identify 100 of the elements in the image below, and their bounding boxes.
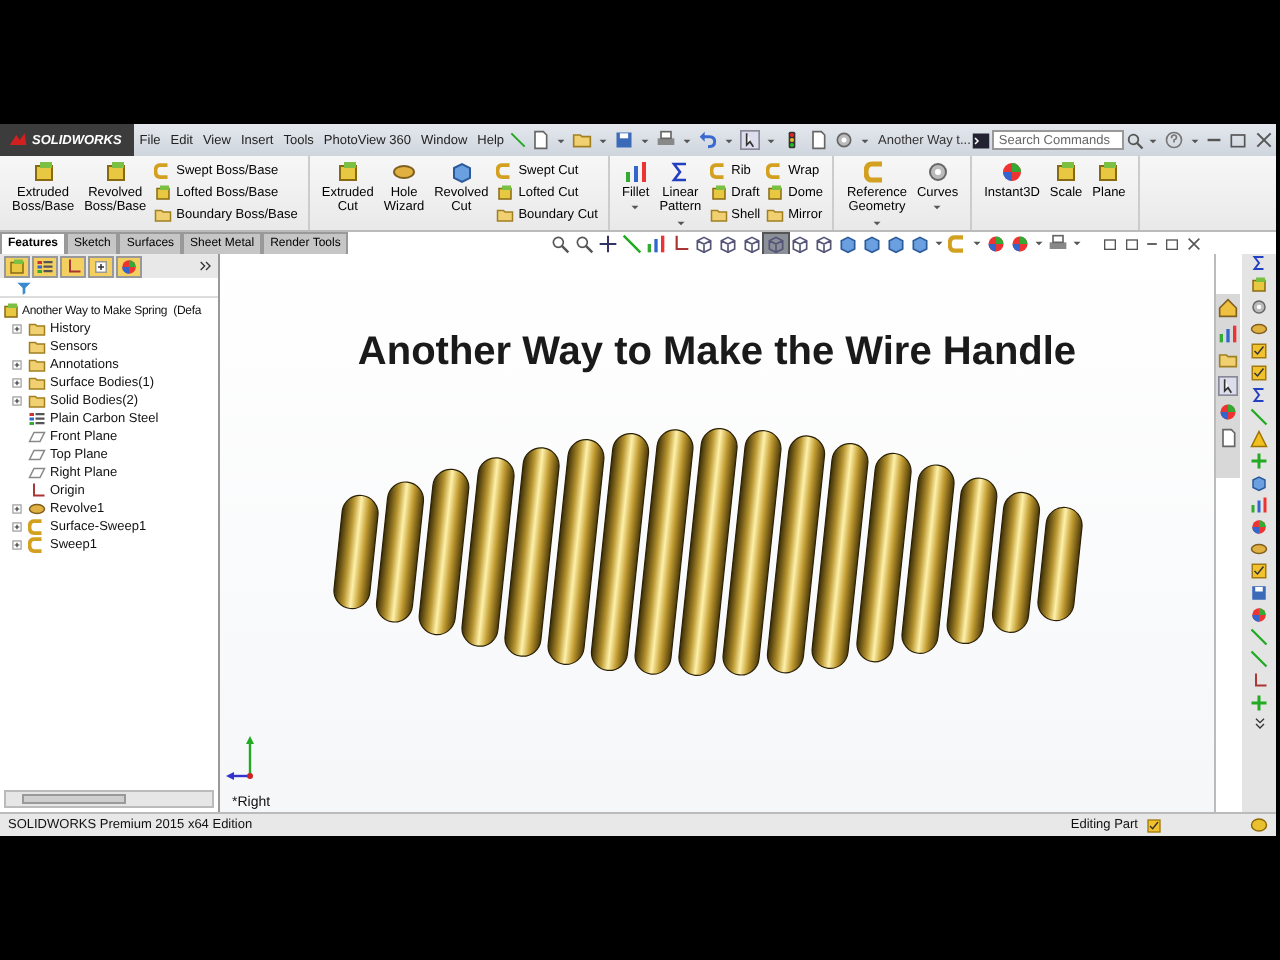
tool-button[interactable] xyxy=(1248,540,1270,558)
bar-chart-icon xyxy=(1250,496,1268,514)
horizontal-scrollbar[interactable] xyxy=(4,790,214,808)
configuration-manager-tab[interactable] xyxy=(60,255,86,277)
feature-manager-tab[interactable] xyxy=(4,255,30,277)
part-icon xyxy=(2,302,20,320)
expand-icon xyxy=(92,257,110,275)
color-wheel-icon xyxy=(1250,606,1268,624)
color-wheel-icon xyxy=(999,160,1024,184)
view-cube-button[interactable] xyxy=(716,233,741,253)
checkbox-icon xyxy=(1250,562,1268,580)
color-list-icon xyxy=(36,257,54,275)
save-button[interactable] xyxy=(612,130,637,150)
checkbox-icon xyxy=(1250,342,1268,360)
caret-icon xyxy=(932,236,947,250)
color-wheel-icon xyxy=(1250,518,1268,536)
hook-icon xyxy=(496,161,515,179)
property-manager-tab[interactable] xyxy=(32,255,58,277)
sigma-icon xyxy=(1250,254,1268,272)
shaded-cube-button[interactable] xyxy=(884,233,909,253)
plus-icon xyxy=(1250,452,1268,470)
color-wheel-icon xyxy=(1010,233,1031,253)
save-icon xyxy=(1250,584,1268,602)
folder-icon xyxy=(496,205,515,223)
view-cube-button[interactable] xyxy=(692,233,717,253)
expand-icon xyxy=(10,376,24,390)
minimize-button[interactable] xyxy=(1204,138,1225,142)
page-icon xyxy=(808,130,829,150)
scene-button[interactable] xyxy=(1008,233,1033,253)
tool-button[interactable] xyxy=(1248,606,1270,624)
open-button[interactable] xyxy=(570,130,595,150)
restore-button[interactable] xyxy=(1226,130,1251,150)
task-pane-button[interactable] xyxy=(1216,428,1240,448)
zoom-to-fit-button[interactable] xyxy=(548,233,573,253)
close-button[interactable] xyxy=(1184,235,1204,251)
chevron-icon xyxy=(1251,716,1267,732)
folder-icon xyxy=(154,205,173,223)
options-button[interactable] xyxy=(832,130,857,150)
tool-button[interactable] xyxy=(1248,584,1270,602)
tool-button[interactable] xyxy=(1248,254,1270,272)
dimension-tab[interactable] xyxy=(88,255,114,277)
window-icon xyxy=(1228,130,1249,150)
bar-chart-icon xyxy=(1218,324,1238,344)
page-button[interactable] xyxy=(806,130,831,150)
tool-button[interactable] xyxy=(1248,364,1270,382)
gear-icon xyxy=(834,130,855,150)
select-button[interactable] xyxy=(738,130,763,150)
undo-icon xyxy=(698,130,719,150)
tool-button[interactable] xyxy=(1248,298,1270,316)
tool-button[interactable] xyxy=(1248,518,1270,536)
disc-icon xyxy=(1250,320,1268,338)
tool-button[interactable] xyxy=(1248,562,1270,580)
plus-icon xyxy=(1250,694,1268,712)
shaded-cube-button[interactable] xyxy=(860,233,885,253)
expand-icon xyxy=(10,322,24,336)
search-icon xyxy=(1126,131,1145,149)
block-icon xyxy=(154,183,173,201)
pan-button[interactable] xyxy=(596,233,621,253)
hook-icon xyxy=(948,233,969,253)
section-view-button[interactable] xyxy=(644,233,669,253)
print-button[interactable] xyxy=(654,130,679,150)
shaded-cube-button[interactable] xyxy=(908,233,933,253)
caret-icon xyxy=(628,200,643,215)
block-icon xyxy=(496,183,515,201)
undo-button[interactable] xyxy=(696,130,721,150)
restore-button[interactable] xyxy=(1162,235,1182,251)
tool-button[interactable] xyxy=(1248,430,1270,448)
house-icon xyxy=(1218,298,1238,318)
tool-button[interactable] xyxy=(1248,342,1270,360)
appearance-button[interactable] xyxy=(984,233,1009,253)
zoom-area-button[interactable] xyxy=(572,233,597,253)
block-icon xyxy=(103,160,128,184)
task-pane-button[interactable] xyxy=(1216,376,1240,396)
display-button[interactable] xyxy=(1046,233,1071,253)
cube-icon xyxy=(1250,474,1268,492)
color-list-icon xyxy=(28,410,46,428)
task-pane-button[interactable] xyxy=(1216,298,1240,318)
tool-button[interactable] xyxy=(1248,474,1270,492)
tool-button[interactable] xyxy=(1248,386,1270,404)
wireframe-cube-icon xyxy=(814,233,835,253)
display-manager-tab[interactable] xyxy=(116,255,142,277)
view-cube-button[interactable] xyxy=(812,233,837,253)
line-icon xyxy=(622,233,643,253)
caret-icon xyxy=(1032,236,1047,250)
warning-icon xyxy=(1250,430,1268,448)
wireframe-cube-icon xyxy=(766,233,787,253)
new-document-button[interactable] xyxy=(528,130,553,150)
wireframe-cube-icon xyxy=(790,233,811,253)
folder-icon xyxy=(1218,350,1238,370)
view-cube-button[interactable] xyxy=(788,233,813,253)
close-button[interactable] xyxy=(1252,130,1277,150)
view-cube-button[interactable] xyxy=(740,233,765,253)
minimize-icon xyxy=(1146,241,1158,245)
color-wheel-icon xyxy=(120,257,138,275)
split-view-button[interactable] xyxy=(1122,235,1142,251)
tool-button[interactable] xyxy=(1248,496,1270,514)
split-view-button[interactable] xyxy=(1100,235,1120,251)
tool-button[interactable] xyxy=(1248,320,1270,338)
shaded-cube-button[interactable] xyxy=(836,233,861,253)
folder-icon xyxy=(766,205,785,223)
